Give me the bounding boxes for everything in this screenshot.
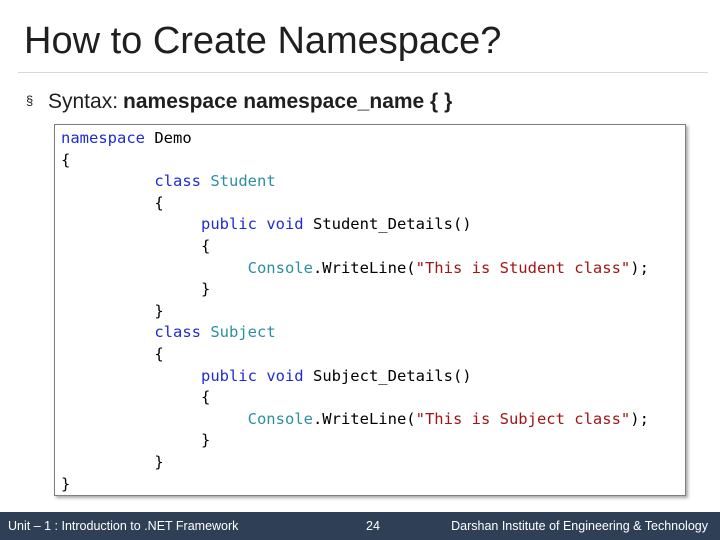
code-line: Console.WriteLine("This is Subject class… <box>61 409 649 430</box>
bullet-icon: § <box>26 93 34 108</box>
syntax-bullet: § Syntax: namespace namespace_name { } <box>26 88 452 115</box>
footer-unit-title: Unit – 1 : Introduction to .NET Framewor… <box>8 519 239 533</box>
code-token: Console <box>247 409 313 428</box>
code-token: Subject <box>210 323 276 342</box>
code-token: public <box>200 366 267 385</box>
code-token: public <box>200 215 267 234</box>
slide-footer: Unit – 1 : Introduction to .NET Framewor… <box>0 512 720 540</box>
code-token: } <box>154 453 164 471</box>
code-line: } <box>61 279 210 300</box>
syntax-label: Syntax: <box>48 90 119 113</box>
footer-page-number: 24 <box>366 519 380 533</box>
code-token: } <box>200 280 211 299</box>
code-token: Student <box>210 172 276 191</box>
code-token: "This is Student class" <box>415 258 631 277</box>
code-token: } <box>61 474 71 493</box>
code-line: public void Subject_Details() <box>61 366 472 387</box>
code-line: { <box>61 387 210 408</box>
code-line: class Student <box>61 171 276 192</box>
code-line: } <box>61 452 164 473</box>
code-token: .WriteLine( <box>312 409 416 428</box>
code-line: { <box>61 150 70 171</box>
code-token: ); <box>630 258 649 277</box>
code-token: Console <box>247 258 313 277</box>
code-token: { <box>154 193 164 212</box>
code-token: { <box>200 237 211 255</box>
code-token: Demo <box>154 129 192 147</box>
code-line: public void Student_Details() <box>61 214 472 235</box>
code-token: { <box>154 345 164 363</box>
code-line: Console.WriteLine("This is Student class… <box>61 258 649 279</box>
code-line: } <box>61 474 70 495</box>
code-block: namespace Demo{ class Student { public v… <box>54 124 686 496</box>
code-token: } <box>200 431 211 450</box>
code-token: ); <box>630 409 649 428</box>
code-token: { <box>61 150 71 169</box>
footer-institute: Darshan Institute of Engineering & Techn… <box>451 519 708 533</box>
code-line: { <box>61 193 164 214</box>
code-line: class Subject <box>61 322 276 343</box>
code-token: class <box>154 172 211 191</box>
title-divider <box>18 72 708 73</box>
code-line: namespace Demo <box>61 128 192 149</box>
code-line: } <box>61 430 210 451</box>
code-line: { <box>61 344 164 365</box>
code-token: } <box>154 301 164 320</box>
code-token: Subject_Details() <box>312 366 472 385</box>
code-line: { <box>61 236 210 257</box>
code-token: namespace <box>61 129 155 147</box>
code-token: .WriteLine( <box>312 258 416 277</box>
code-token: { <box>200 388 211 407</box>
code-token: Student_Details() <box>312 215 472 234</box>
syntax-code: namespace namespace_name { } <box>123 90 453 113</box>
code-token: void <box>266 215 313 234</box>
code-line: } <box>61 301 164 322</box>
code-token: class <box>154 323 211 342</box>
slide-title: How to Create Namespace? <box>24 20 502 62</box>
code-token: "This is Subject class" <box>415 409 631 428</box>
code-token: void <box>266 366 313 385</box>
